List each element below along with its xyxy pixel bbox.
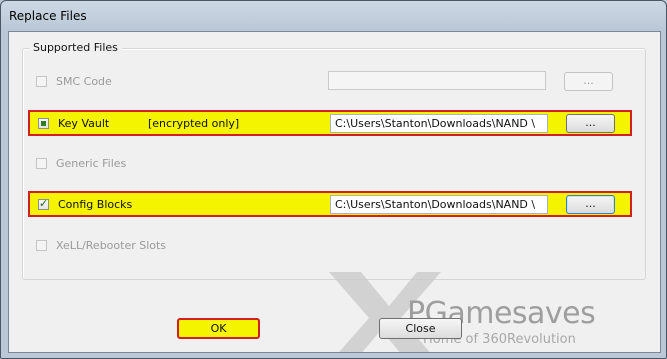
key-vault-note: [encrypted only] — [148, 117, 240, 130]
dialog-client-area: Supported Files SMC Code ... Key Vault [… — [8, 31, 661, 353]
row-config-blocks: ✓ Config Blocks C:\Users\Stanton\Downloa… — [28, 191, 632, 217]
smc-code-browse-button[interactable]: ... — [564, 72, 613, 91]
smc-code-path-field[interactable] — [328, 71, 546, 90]
replace-files-window: Replace Files Supported Files SMC Code .… — [0, 0, 667, 359]
key-vault-label: Key Vault — [58, 117, 110, 130]
key-vault-path-field[interactable]: C:\Users\Stanton\Downloads\NAND \ — [330, 114, 548, 133]
row-key-vault: Key Vault [encrypted only] C:\Users\Stan… — [28, 110, 632, 136]
xell-rebooter-slots-label: XeLL/Rebooter Slots — [56, 239, 167, 252]
key-vault-checkbox[interactable] — [38, 118, 49, 129]
generic-files-checkbox[interactable] — [36, 158, 47, 169]
smc-code-checkbox[interactable] — [36, 76, 47, 87]
close-button[interactable]: Close — [379, 318, 462, 339]
config-blocks-checkbox[interactable]: ✓ — [38, 197, 49, 210]
window-title: Replace Files — [9, 9, 87, 23]
checkmark-icon: ✓ — [39, 197, 49, 210]
row-xell-rebooter-slots: XeLL/Rebooter Slots — [28, 234, 632, 260]
config-blocks-label: Config Blocks — [58, 198, 133, 211]
config-blocks-path-field[interactable]: C:\Users\Stanton\Downloads\NAND \ — [330, 195, 548, 214]
key-vault-browse-button[interactable]: ... — [566, 114, 615, 133]
group-label: Supported Files — [29, 41, 122, 54]
row-smc-code: SMC Code ... — [28, 70, 632, 96]
ok-button[interactable]: OK — [177, 318, 260, 339]
generic-files-label: Generic Files — [56, 157, 127, 170]
smc-code-label: SMC Code — [56, 75, 112, 88]
config-blocks-browse-button[interactable]: ... — [566, 195, 615, 214]
row-generic-files: Generic Files — [28, 152, 632, 178]
partial-check-icon — [41, 121, 46, 126]
xell-rebooter-slots-checkbox[interactable] — [36, 240, 47, 251]
